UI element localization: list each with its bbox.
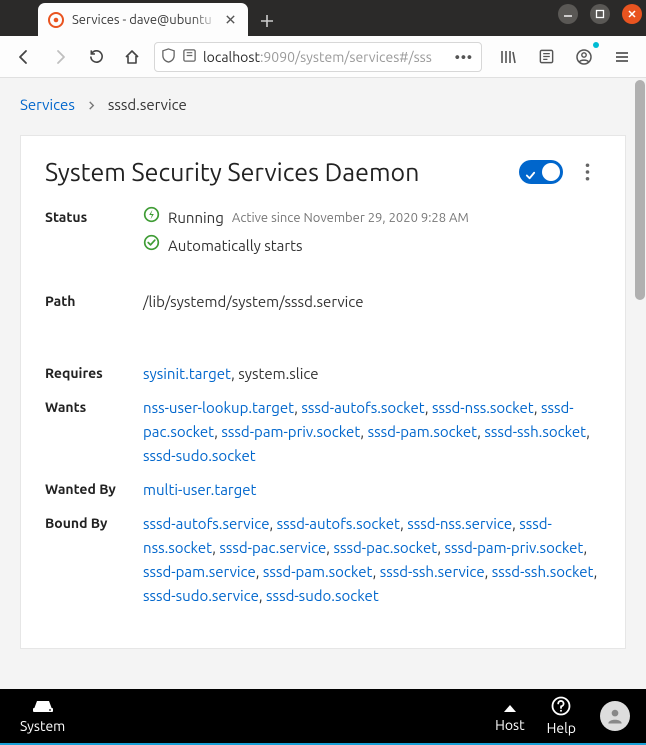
dependency-link[interactable]: sssd-autofs.socket — [277, 515, 400, 532]
help-nav-button[interactable]: Help — [539, 696, 584, 736]
triangle-up-icon — [503, 700, 517, 716]
new-tab-button[interactable] — [252, 6, 282, 36]
wants-row: Wants nss-user-lookup.target, sssd-autof… — [45, 396, 601, 468]
breadcrumb-root-link[interactable]: Services — [20, 96, 75, 113]
toolbar-right — [490, 43, 636, 71]
dependency-link: system.slice — [238, 365, 318, 382]
home-button[interactable] — [118, 43, 146, 71]
running-bolt-icon — [143, 206, 160, 230]
dependency-link[interactable]: sssd-pac.socket — [333, 539, 437, 556]
browser-tabstrip: Services - dave@ubuntu — [0, 0, 646, 36]
dependency-link[interactable]: sssd-sudo.socket — [143, 447, 256, 464]
window-close-button[interactable] — [622, 4, 642, 24]
dependency-link[interactable]: sssd-autofs.service — [143, 515, 269, 532]
reload-button[interactable] — [82, 43, 110, 71]
back-button[interactable] — [10, 43, 38, 71]
scrollbar[interactable] — [634, 78, 646, 689]
service-enable-toggle[interactable] — [519, 160, 563, 184]
site-info-icon[interactable] — [182, 48, 197, 66]
breadcrumb: Services sssd.service — [0, 78, 646, 127]
host-label: Host — [495, 717, 525, 733]
wantedby-label: Wanted By — [45, 478, 143, 500]
page-title-row: System Security Services Daemon — [45, 158, 601, 186]
cockpit-favicon — [48, 12, 64, 28]
status-row: Status Running Active since November 29,… — [45, 206, 601, 258]
check-icon — [525, 158, 536, 186]
requires-list: sysinit.target, system.slice — [143, 362, 601, 386]
dependency-link[interactable]: sssd-pac.service — [219, 539, 326, 556]
dependency-link[interactable]: multi-user.target — [143, 481, 256, 498]
forward-button[interactable] — [46, 43, 74, 71]
help-label: Help — [547, 720, 576, 736]
dependency-link[interactable]: sssd-pam.socket — [263, 563, 373, 580]
status-value: Running — [168, 206, 224, 230]
wantedby-row: Wanted By multi-user.target — [45, 478, 601, 502]
tab-close-button[interactable] — [222, 12, 238, 28]
dependency-link[interactable]: sssd-ssh.socket — [492, 563, 594, 580]
dependency-link[interactable]: sssd-pam-priv.socket — [221, 423, 360, 440]
dependency-link[interactable]: sssd-autofs.socket — [301, 399, 424, 416]
dependency-link[interactable]: sssd-ssh.socket — [484, 423, 586, 440]
dependency-link[interactable]: sssd-pam-priv.socket — [444, 539, 583, 556]
dependency-link[interactable]: sysinit.target — [143, 365, 231, 382]
status-label: Status — [45, 206, 143, 228]
dependency-link[interactable]: sssd-pam.socket — [368, 423, 478, 440]
user-avatar[interactable] — [600, 701, 630, 731]
requires-row: Requires sysinit.target, system.slice — [45, 362, 601, 386]
boundby-row: Bound By sssd-autofs.service, sssd-autof… — [45, 512, 601, 608]
page-viewport: Services sssd.service System Security Se… — [0, 78, 646, 689]
menu-button[interactable] — [608, 43, 636, 71]
address-bar[interactable]: localhost:9090/system/services#/sss ••• — [154, 42, 482, 72]
host-nav-button[interactable]: Host — [487, 700, 533, 733]
window-controls — [558, 4, 642, 24]
dependency-link[interactable]: sssd-sudo.service — [143, 587, 259, 604]
dependency-link[interactable]: sssd-nss.service — [407, 515, 512, 532]
browser-toolbar: localhost:9090/system/services#/sss ••• — [0, 36, 646, 78]
cockpit-bottombar: System Host Help — [0, 689, 646, 745]
chevron-right-icon — [87, 96, 96, 113]
actions-menu-button[interactable] — [573, 158, 601, 186]
page-actions-icon[interactable]: ••• — [453, 49, 475, 65]
shield-icon[interactable] — [161, 48, 176, 66]
service-card: System Security Services Daemon Status R — [20, 135, 626, 649]
server-icon — [32, 698, 54, 717]
path-label: Path — [45, 290, 143, 312]
scrollbar-thumb[interactable] — [635, 80, 645, 300]
path-value: /lib/systemd/system/sssd.service — [143, 290, 601, 314]
window-maximize-button[interactable] — [590, 4, 610, 24]
requires-label: Requires — [45, 362, 143, 384]
wants-list: nss-user-lookup.target, sssd-autofs.sock… — [143, 396, 601, 468]
url-text: localhost:9090/system/services#/sss — [203, 49, 447, 65]
status-autostart: Automatically starts — [168, 234, 302, 258]
boundby-list: sssd-autofs.service, sssd-autofs.socket,… — [143, 512, 601, 608]
tab-title: Services - dave@ubuntu — [72, 13, 222, 27]
wantedby-list: multi-user.target — [143, 478, 601, 502]
reader-view-button[interactable] — [532, 43, 560, 71]
boundby-label: Bound By — [45, 512, 143, 534]
wants-label: Wants — [45, 396, 143, 418]
system-nav-button[interactable]: System — [12, 698, 73, 734]
system-label: System — [20, 718, 65, 734]
status-since: Active since November 29, 2020 9:28 AM — [232, 208, 469, 229]
autostart-check-icon — [143, 234, 160, 258]
toggle-knob — [542, 163, 560, 181]
library-button[interactable] — [494, 43, 522, 71]
help-icon — [551, 696, 571, 719]
dependency-link[interactable]: sssd-pam.service — [143, 563, 256, 580]
dependency-link[interactable]: sssd-sudo.socket — [266, 587, 379, 604]
dependency-link[interactable]: nss-user-lookup.target — [143, 399, 294, 416]
dependency-link[interactable]: sssd-ssh.service — [380, 563, 485, 580]
breadcrumb-current: sssd.service — [108, 96, 187, 113]
window-minimize-button[interactable] — [558, 4, 578, 24]
account-button[interactable] — [570, 43, 598, 71]
dependency-link[interactable]: sssd-nss.socket — [432, 399, 534, 416]
path-row: Path /lib/systemd/system/sssd.service — [45, 290, 601, 314]
browser-tab[interactable]: Services - dave@ubuntu — [38, 3, 248, 36]
page-title: System Security Services Daemon — [45, 158, 419, 186]
